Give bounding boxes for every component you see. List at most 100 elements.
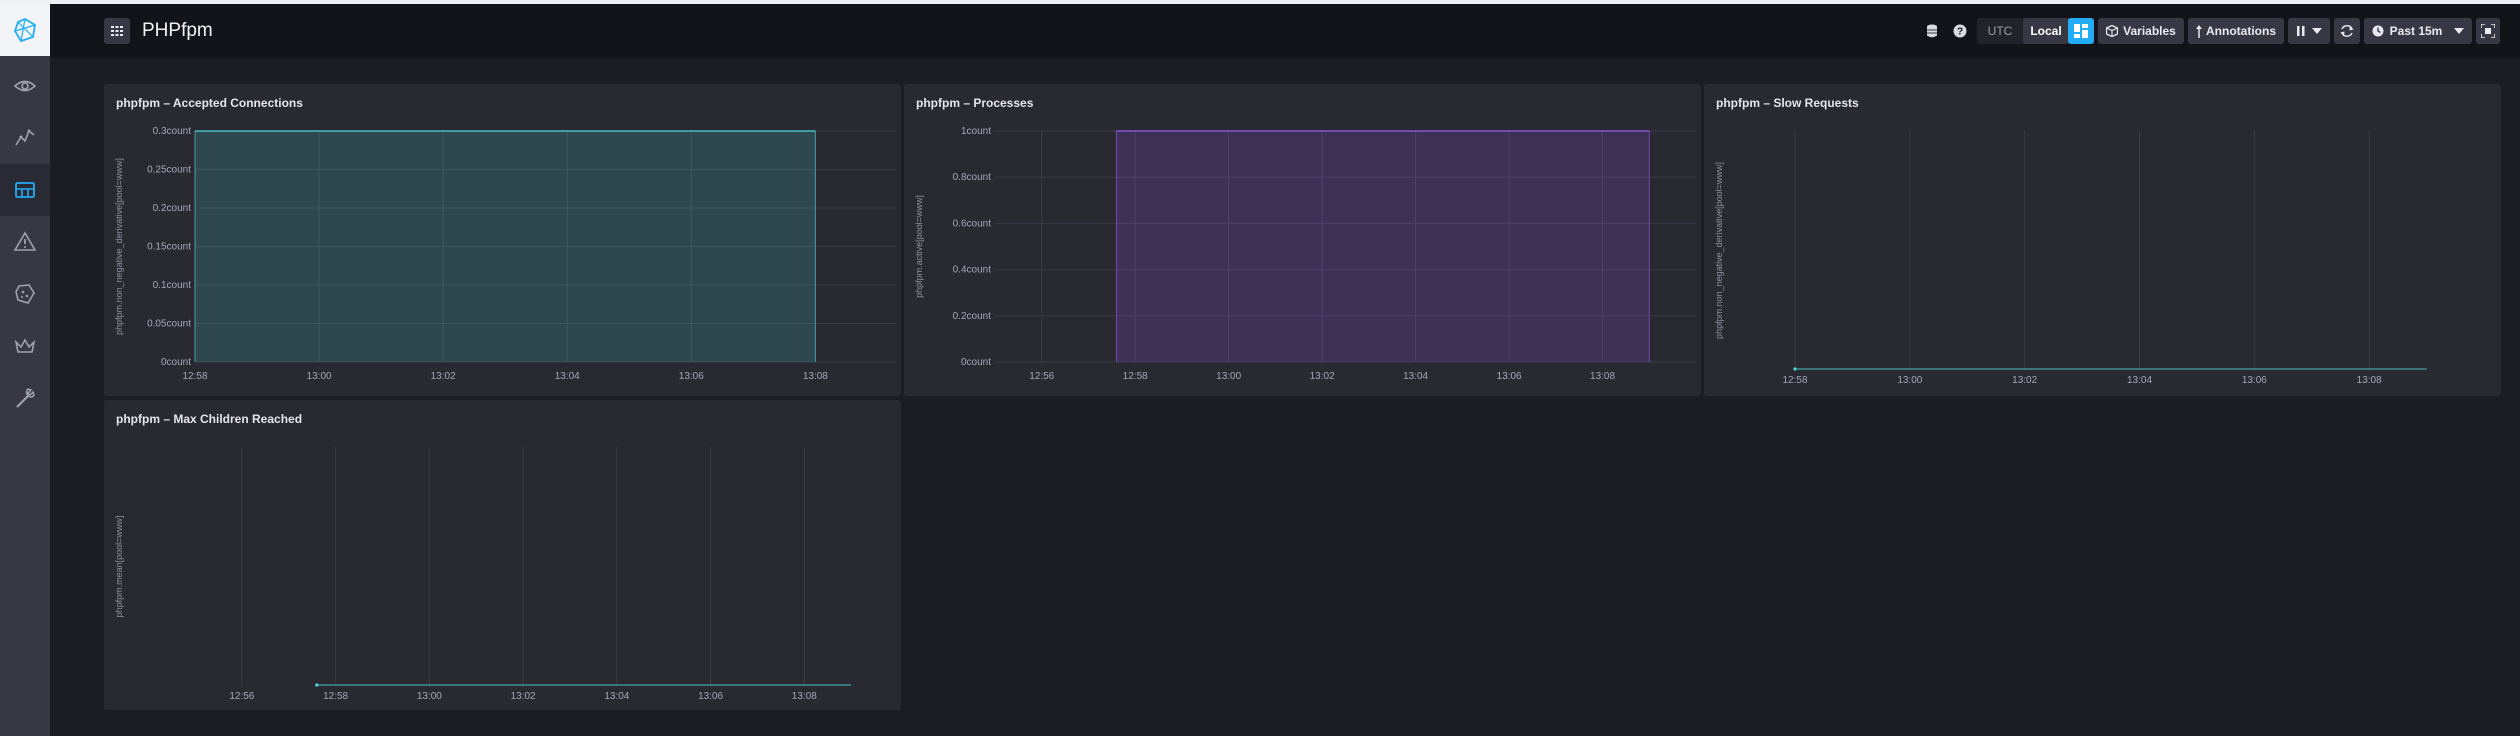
x-tick-label: 13:04 — [2127, 375, 2152, 386]
series-area — [195, 131, 816, 362]
annotation-pin-icon — [2196, 24, 2202, 38]
x-tick-label: 12:58 — [1782, 375, 1807, 386]
dashboard-menu-button[interactable] — [104, 18, 130, 44]
nav-data-explorer[interactable] — [0, 60, 50, 112]
x-tick-label: 13:00 — [1897, 375, 1922, 386]
svg-text:?: ? — [1957, 27, 1963, 38]
x-tick-label: 13:06 — [2242, 375, 2267, 386]
x-tick-label: 12:58 — [182, 371, 207, 382]
timezone-toggle: UTC Local — [1977, 18, 2069, 44]
crown-icon — [14, 338, 36, 353]
time-range-dropdown[interactable]: Past 15m — [2364, 18, 2472, 44]
alert-triangle-icon — [13, 231, 37, 251]
nav-config[interactable] — [0, 372, 50, 424]
processes-chart: 12:56 12:58 13:00 13:02 13:04 13:06 13:08 0coun… — [914, 126, 1696, 382]
y-axis-label: phpfpm.active[pool=www] — [914, 195, 924, 298]
clock-icon — [2372, 25, 2384, 37]
y-tick-label: 0.25count — [147, 165, 191, 176]
max-children-chart: 12:56 12:58 13:00 13:02 13:04 13:06 13:08 phpfp… — [114, 447, 852, 702]
y-tick-label: 0.2count — [153, 203, 192, 214]
y-axis-label: phpfpm.non_negative_derivative[pool=www] — [114, 158, 124, 335]
variables-button[interactable]: Variables — [2098, 18, 2184, 44]
refresh-icon — [2340, 25, 2354, 37]
x-tick-label: 13:04 — [604, 691, 629, 702]
refresh-button[interactable] — [2334, 18, 2360, 44]
wrench-icon — [16, 388, 35, 408]
cookie-icon — [15, 284, 35, 304]
x-tick-label: 12:58 — [1123, 371, 1148, 382]
local-toggle[interactable]: Local — [2023, 18, 2069, 44]
grid-menu-icon — [111, 26, 123, 36]
database-button[interactable] — [1920, 18, 1944, 44]
y-tick-label: 0.4count — [953, 265, 992, 276]
layout-icon — [2074, 24, 2088, 38]
y-tick-label: 1count — [961, 126, 991, 137]
y-axis-label: phpfpm.non_negative_derivative[pool=www] — [1714, 162, 1724, 339]
x-tick-label: 13:02 — [511, 691, 536, 702]
x-tick-label: 13:00 — [1216, 371, 1241, 382]
x-tick-label: 12:58 — [323, 691, 348, 702]
pause-icon — [2296, 26, 2304, 36]
eye-icon — [13, 80, 37, 92]
x-tick-label: 13:02 — [431, 371, 456, 382]
y-tick-label: 0.15count — [147, 242, 191, 253]
panel-slow-requests[interactable]: phpfpm – Slow Requests 12:58 13:00 13:02 13… — [1704, 84, 2501, 396]
annotations-button[interactable]: Annotations — [2188, 18, 2284, 44]
question-icon: ? — [1953, 24, 1967, 38]
x-tick-label: 13:06 — [698, 691, 723, 702]
x-tick-label: 13:08 — [803, 371, 828, 382]
logo[interactable] — [0, 4, 50, 56]
x-tick-label: 13:02 — [1310, 371, 1335, 382]
y-tick-label: 0.3count — [153, 126, 192, 137]
chevron-down-icon — [2311, 28, 2322, 34]
layout-toggle-button[interactable] — [2068, 18, 2094, 44]
y-tick-label: 0.05count — [147, 319, 191, 330]
x-tick-label: 13:08 — [792, 691, 817, 702]
y-tick-label: 0.8count — [953, 172, 992, 183]
graph-icon — [15, 129, 35, 146]
y-tick-label: 0count — [161, 357, 191, 368]
utc-toggle[interactable]: UTC — [1977, 18, 2023, 44]
x-tick-label: 12:56 — [229, 691, 254, 702]
time-range-label: Past 15m — [2389, 24, 2443, 38]
x-tick-label: 13:04 — [1403, 371, 1428, 382]
x-tick-label: 13:08 — [1590, 371, 1615, 382]
x-tick-label: 12:56 — [1029, 371, 1054, 382]
fullscreen-button[interactable] — [2476, 18, 2500, 44]
x-tick-label: 13:06 — [1497, 371, 1522, 382]
annotations-label: Annotations — [2206, 24, 2276, 38]
y-tick-label: 0count — [961, 357, 991, 368]
autorefresh-dropdown[interactable] — [2288, 18, 2330, 44]
x-tick-label: 13:00 — [417, 691, 442, 702]
fullscreen-icon — [2481, 24, 2495, 38]
cube-icon — [2106, 25, 2119, 37]
nav-log-viewer[interactable] — [0, 268, 50, 320]
series-point — [315, 683, 319, 687]
influx-logo-icon — [14, 17, 36, 43]
panel-processes[interactable]: phpfpm – Processes 12:56 12:58 13:00 13:02 1… — [904, 84, 1701, 396]
x-tick-label: 13:04 — [555, 371, 580, 382]
y-axis-label: phpfpm.mean[pool=www] — [114, 516, 124, 618]
side-nav — [0, 4, 50, 736]
panel-max-children[interactable]: phpfpm – Max Children Reached 12:56 12:58… — [104, 400, 901, 710]
panel-accepted-connections[interactable]: phpfpm – Accepted Connections 12:58 13:00… — [104, 84, 901, 396]
nav-graph[interactable] — [0, 112, 50, 164]
y-tick-label: 0.2count — [953, 311, 992, 322]
x-tick-label: 13:06 — [679, 371, 704, 382]
nav-dashboards[interactable] — [0, 164, 50, 216]
accepted-connections-chart: 12:58 13:00 13:02 13:04 13:06 13:08 0count 0.05… — [114, 126, 896, 382]
database-icon — [1927, 24, 1937, 38]
x-tick-label: 13:00 — [307, 371, 332, 382]
page-header: PHPfpm ? UTC Local Variables Annotations… — [50, 4, 2520, 58]
y-tick-label: 0.1count — [153, 280, 192, 291]
page-title: PHPfpm — [142, 20, 213, 41]
x-tick-label: 13:02 — [2012, 375, 2037, 386]
help-button[interactable]: ? — [1948, 18, 1972, 44]
nav-admin[interactable] — [0, 320, 50, 372]
variables-label: Variables — [2123, 24, 2176, 38]
nav-alerts[interactable] — [0, 216, 50, 268]
series-point — [1793, 367, 1797, 371]
series-area — [1116, 131, 1650, 362]
dashboard-icon — [15, 182, 35, 198]
y-tick-label: 0.6count — [953, 218, 992, 229]
